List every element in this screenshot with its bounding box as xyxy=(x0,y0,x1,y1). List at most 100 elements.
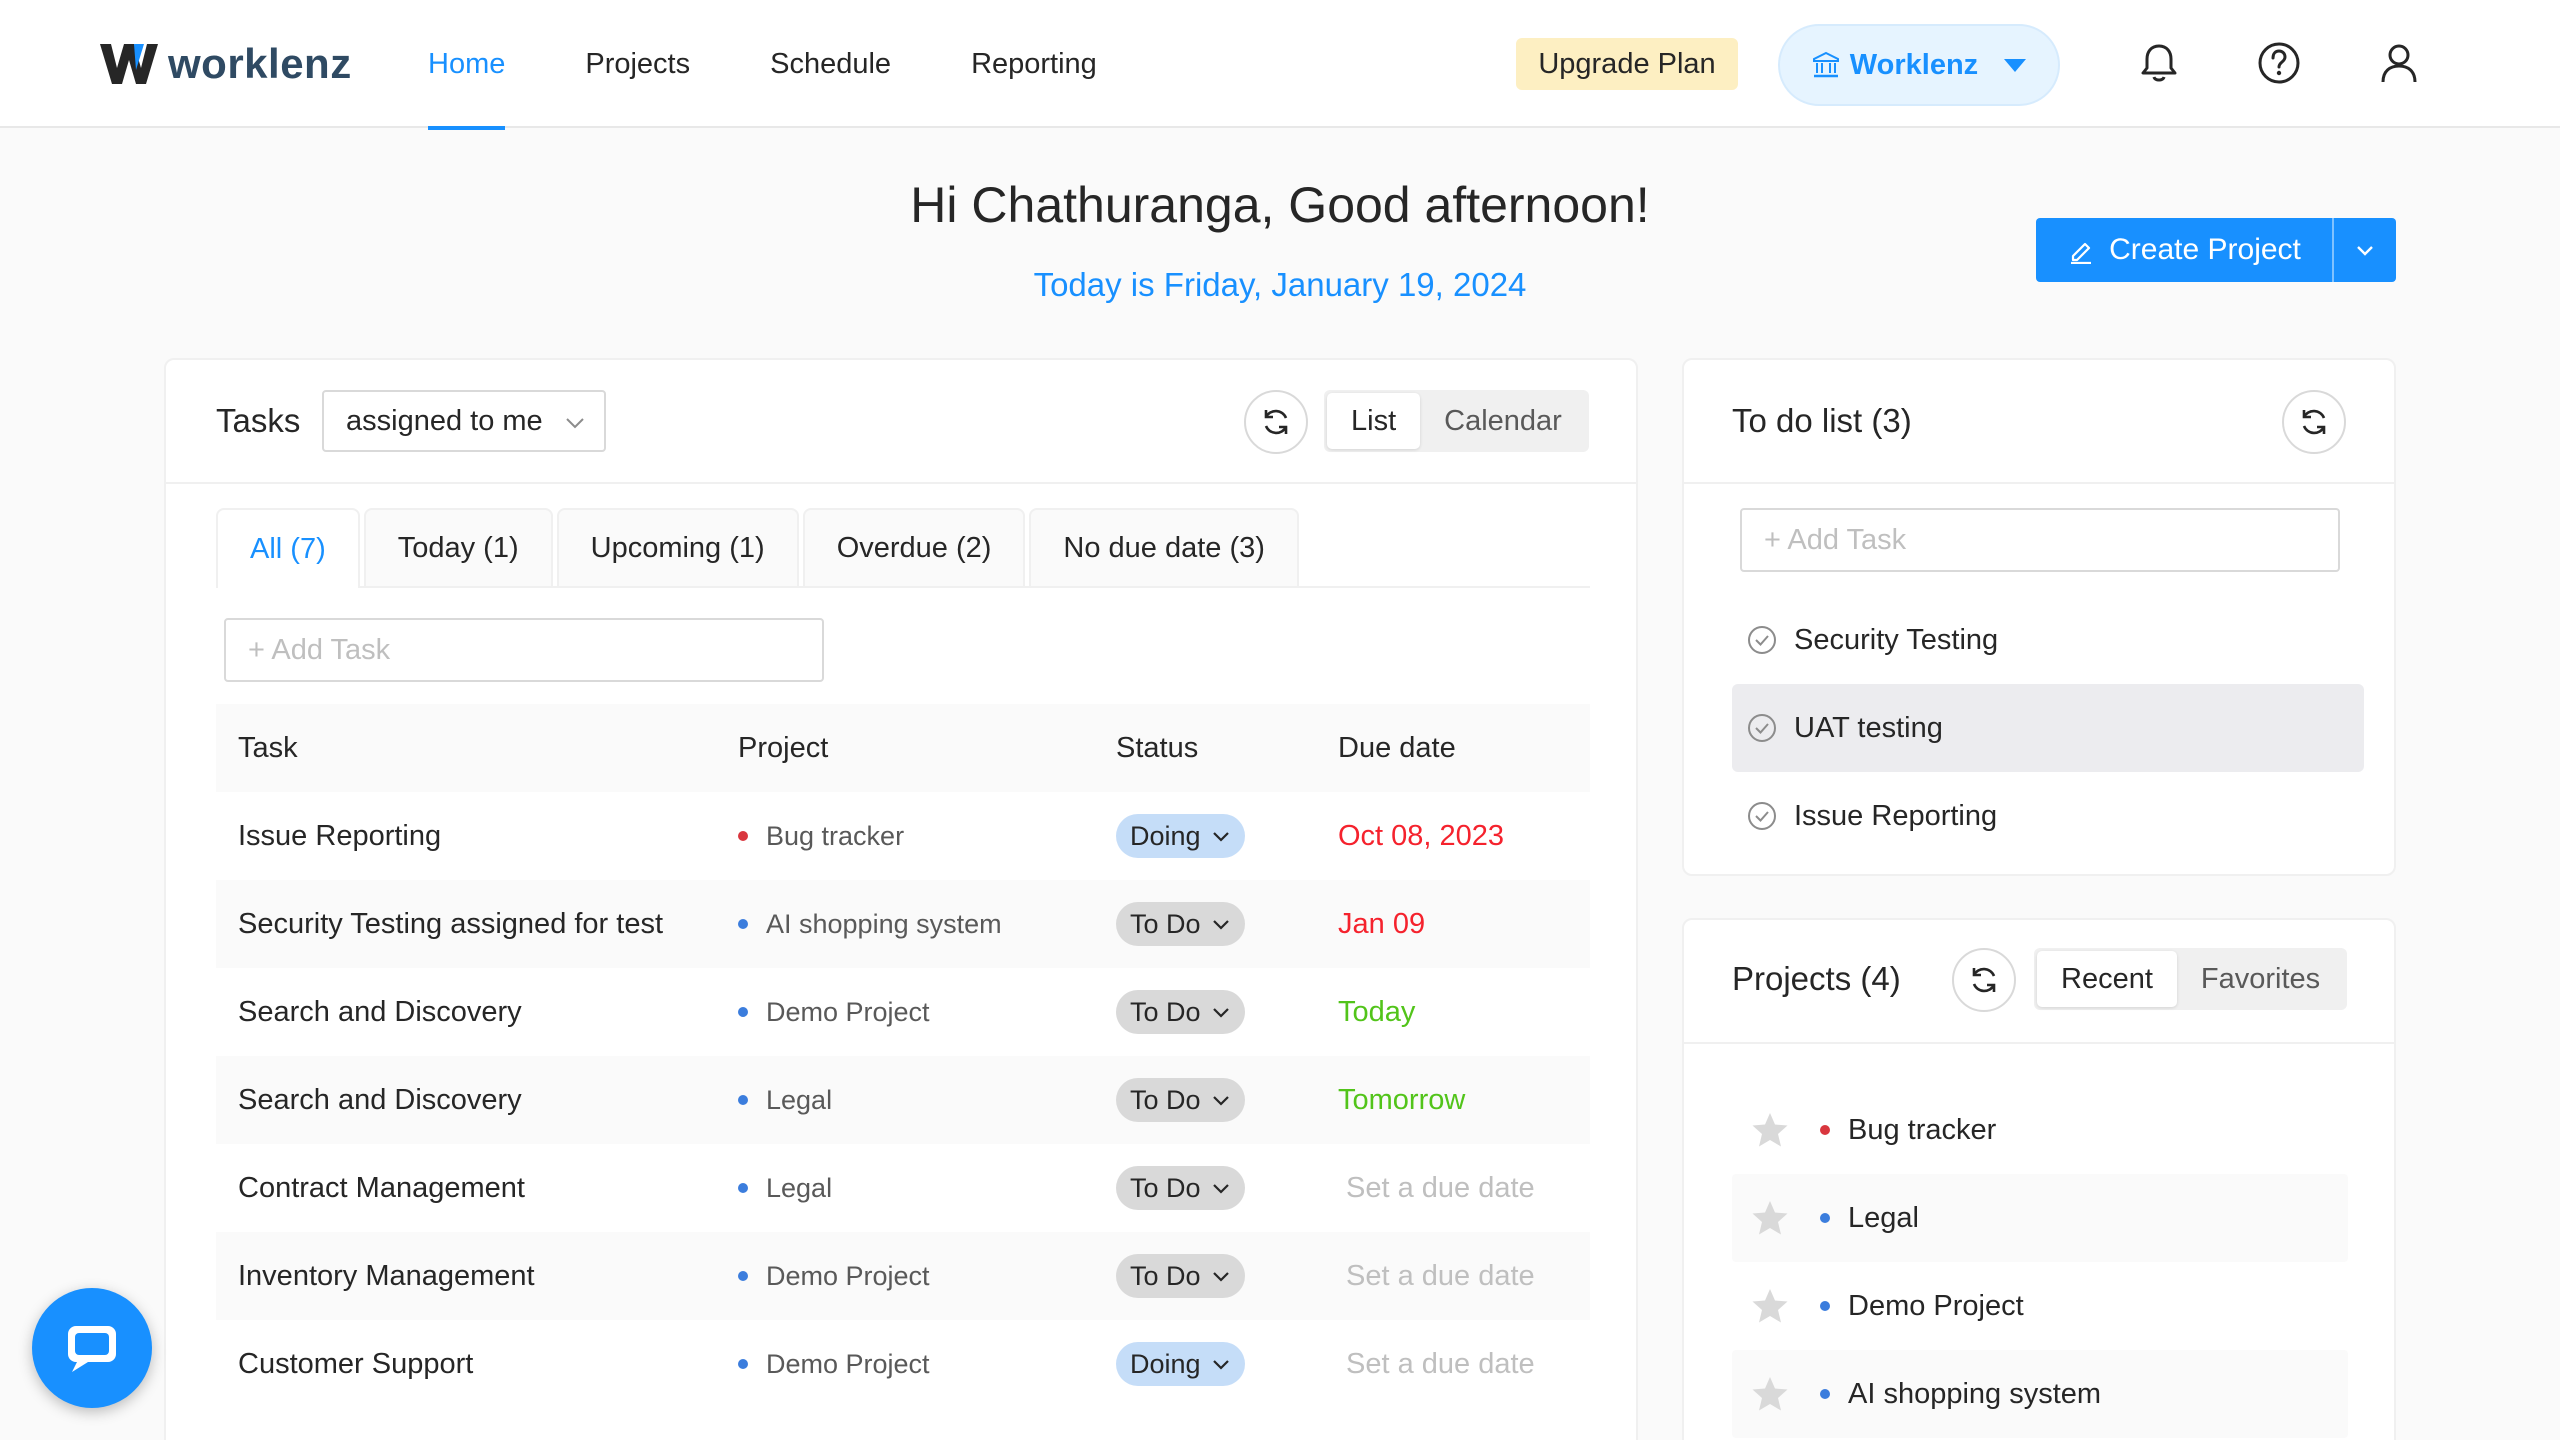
task-name[interactable]: Search and Discovery xyxy=(216,996,738,1029)
tab-no-due-date[interactable]: No due date (3) xyxy=(1029,508,1299,586)
project-item-ai-shopping-system[interactable]: AI shopping system xyxy=(1732,1350,2348,1438)
add-task-input[interactable] xyxy=(224,618,824,682)
task-name[interactable]: Issue Reporting xyxy=(216,820,738,853)
main-nav: Home Projects Schedule Reporting xyxy=(428,0,1177,130)
status-dropdown[interactable]: Doing xyxy=(1116,814,1245,858)
project-name: Legal xyxy=(1848,1201,1919,1234)
table-row[interactable]: Issue Reporting Bug tracker Doing Oct 08, 2… xyxy=(216,792,1590,880)
create-project-dropdown[interactable] xyxy=(2332,218,2396,282)
project-color-dot xyxy=(1820,1125,1830,1135)
task-due-date[interactable]: Tomorrow xyxy=(1338,1084,1590,1117)
task-due-date[interactable]: Oct 08, 2023 xyxy=(1338,820,1590,853)
status-dropdown[interactable]: To Do xyxy=(1116,902,1245,946)
project-color-dot xyxy=(738,1007,748,1017)
table-row[interactable]: Search and Discovery Legal To Do Tomorrow xyxy=(216,1056,1590,1144)
projects-recent-option[interactable]: Recent xyxy=(2037,951,2177,1007)
nav-home[interactable]: Home xyxy=(428,0,506,130)
task-project: AI shopping system xyxy=(738,909,1116,940)
table-header-row: Task Project Status Due date xyxy=(216,704,1590,792)
project-item-bug-tracker[interactable]: Bug tracker xyxy=(1732,1086,2348,1174)
todo-add-task-input[interactable] xyxy=(1740,508,2340,572)
bank-icon xyxy=(1812,51,1839,78)
status-label: Doing xyxy=(1130,1348,1201,1379)
star-icon[interactable] xyxy=(1750,1374,1790,1414)
view-list-option[interactable]: List xyxy=(1327,393,1421,449)
tab-all[interactable]: All (7) xyxy=(216,508,360,588)
check-circle-icon[interactable] xyxy=(1746,712,1778,744)
todo-refresh-button[interactable] xyxy=(2282,390,2346,454)
todo-item-uat-testing[interactable]: UAT testing xyxy=(1732,684,2364,772)
chat-support-button[interactable] xyxy=(32,1288,152,1408)
tasks-card-header: Tasks assigned to me List Calendar xyxy=(166,360,1636,484)
tasks-filter-select[interactable]: assigned to me xyxy=(322,390,606,452)
check-circle-icon[interactable] xyxy=(1746,624,1778,656)
task-filter-tabs: All (7) Today (1) Upcoming (1) Overdue (… xyxy=(216,508,1590,588)
status-dropdown[interactable]: To Do xyxy=(1116,1254,1245,1298)
chat-icon xyxy=(68,1326,116,1372)
status-dropdown[interactable]: To Do xyxy=(1116,990,1245,1034)
tasks-filter-value: assigned to me xyxy=(346,404,543,437)
nav-schedule[interactable]: Schedule xyxy=(770,0,891,128)
tasks-table: Task Project Status Due date Issue Repor… xyxy=(216,704,1590,1408)
brand-logo[interactable]: worklenz xyxy=(98,34,352,94)
task-name[interactable]: Contract Management xyxy=(216,1172,738,1205)
upgrade-plan-button[interactable]: Upgrade Plan xyxy=(1516,38,1738,90)
help-icon[interactable] xyxy=(2256,40,2302,86)
tab-upcoming[interactable]: Upcoming (1) xyxy=(556,508,799,586)
user-icon[interactable] xyxy=(2376,40,2422,86)
todo-item-issue-reporting[interactable]: Issue Reporting xyxy=(1732,772,2364,860)
star-icon[interactable] xyxy=(1750,1110,1790,1150)
tasks-refresh-button[interactable] xyxy=(1244,390,1308,454)
task-status-cell: To Do xyxy=(1116,1166,1338,1210)
project-item-legal[interactable]: Legal xyxy=(1732,1174,2348,1262)
project-color-dot xyxy=(738,1183,748,1193)
chevron-down-icon xyxy=(1212,1184,1229,1194)
task-project-name: Bug tracker xyxy=(766,820,905,851)
task-due-date[interactable]: Today xyxy=(1338,996,1590,1029)
check-circle-icon[interactable] xyxy=(1746,800,1778,832)
create-project-button[interactable]: Create Project xyxy=(2036,218,2396,282)
organization-switcher[interactable]: Worklenz xyxy=(1778,24,2060,106)
todo-item-security-testing[interactable]: Security Testing xyxy=(1732,596,2364,684)
status-dropdown[interactable]: Doing xyxy=(1116,1342,1245,1386)
set-due-date-link[interactable]: Set a due date xyxy=(1338,1172,1590,1205)
create-project-main[interactable]: Create Project xyxy=(2036,218,2332,282)
table-row[interactable]: Search and Discovery Demo Project To Do Tod… xyxy=(216,968,1590,1056)
table-row[interactable]: Inventory Management Demo Project To Do Set… xyxy=(216,1232,1590,1320)
task-name[interactable]: Search and Discovery xyxy=(216,1084,738,1117)
bell-icon[interactable] xyxy=(2136,40,2182,86)
chevron-down-icon xyxy=(2357,246,2373,256)
set-due-date-link[interactable]: Set a due date xyxy=(1338,1348,1590,1381)
status-dropdown[interactable]: To Do xyxy=(1116,1166,1245,1210)
star-icon[interactable] xyxy=(1750,1286,1790,1326)
tab-overdue[interactable]: Overdue (2) xyxy=(802,508,1026,586)
table-row[interactable]: Security Testing assigned for test AI sho… xyxy=(216,880,1590,968)
task-name[interactable]: Security Testing assigned for test xyxy=(216,908,738,941)
project-name: Demo Project xyxy=(1848,1289,2024,1322)
status-dropdown[interactable]: To Do xyxy=(1116,1078,1245,1122)
nav-projects[interactable]: Projects xyxy=(585,0,690,128)
table-row[interactable]: Contract Management Legal To Do Set a due d… xyxy=(216,1144,1590,1232)
todo-card: To do list (3) Security Testing UAT testi… xyxy=(1682,358,2396,876)
chevron-down-icon xyxy=(1212,1272,1229,1282)
table-row[interactable]: Customer Support Demo Project Doing Set a d… xyxy=(216,1320,1590,1408)
column-header-project: Project xyxy=(738,731,829,764)
nav-reporting[interactable]: Reporting xyxy=(971,0,1097,128)
refresh-icon xyxy=(2302,409,2326,435)
task-due-date[interactable]: Jan 09 xyxy=(1338,908,1590,941)
tab-today[interactable]: Today (1) xyxy=(363,508,553,586)
star-icon[interactable] xyxy=(1750,1198,1790,1238)
task-project-name: Demo Project xyxy=(766,996,930,1027)
task-name[interactable]: Customer Support xyxy=(216,1348,738,1381)
todo-item-label: UAT testing xyxy=(1794,711,1943,744)
column-header-due-date: Due date xyxy=(1338,731,1456,764)
project-color-dot xyxy=(1820,1301,1830,1311)
task-name[interactable]: Inventory Management xyxy=(216,1260,738,1293)
project-item-demo-project[interactable]: Demo Project xyxy=(1732,1262,2348,1350)
projects-favorites-option[interactable]: Favorites xyxy=(2177,951,2344,1007)
projects-refresh-button[interactable] xyxy=(1952,948,2016,1012)
chevron-down-icon xyxy=(566,418,584,429)
view-calendar-option[interactable]: Calendar xyxy=(1420,393,1586,449)
set-due-date-link[interactable]: Set a due date xyxy=(1338,1260,1590,1293)
chevron-down-icon xyxy=(1212,1096,1229,1106)
